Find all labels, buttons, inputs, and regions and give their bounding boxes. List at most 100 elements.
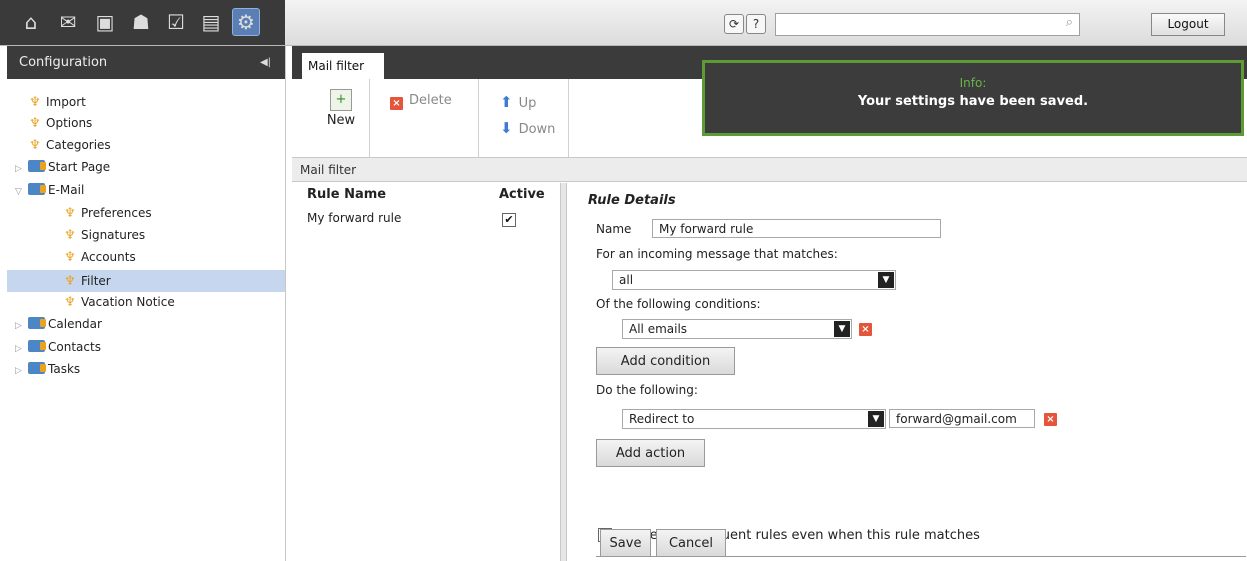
briefcase-icon[interactable]: ▤ (198, 9, 224, 35)
sidebar-item-label: Preferences (81, 206, 152, 220)
delete-icon: × (390, 97, 403, 110)
arrow-up-icon: ⬆ (500, 93, 513, 111)
active-checkbox[interactable]: ✔ (502, 213, 516, 227)
up-button-label: Up (518, 96, 537, 111)
arrow-down-icon: ⬇ (500, 119, 513, 137)
condition-select[interactable]: All emails ▼ (622, 319, 852, 339)
sidebar-item-preferences[interactable]: ♆ Preferences (63, 203, 152, 223)
sidebar-item-filter[interactable]: ♆ Filter (63, 271, 111, 291)
top-bar: ⌂ ✉ ▣ ☗ ☑ ▤ ⚙ ⟳ ? ⌕ Logout (0, 0, 1247, 46)
delete-button-label: Delete (409, 93, 452, 108)
action-select[interactable]: Redirect to ▼ (622, 409, 886, 429)
folder-icon (28, 317, 46, 329)
sidebar-title: Configuration (19, 55, 108, 70)
chevron-down-icon[interactable]: ▼ (834, 321, 850, 337)
sidebar-item-label: Vacation Notice (81, 295, 175, 309)
save-button[interactable]: Save (600, 529, 651, 557)
selected-row-highlight (7, 270, 285, 292)
down-button[interactable]: ⬇ Down (500, 119, 555, 137)
remove-condition-icon[interactable]: × (859, 323, 872, 336)
sidebar-item-label: Import (46, 95, 86, 109)
expand-arrow-icon[interactable]: ▷ (15, 316, 28, 336)
toolbar-divider (568, 79, 569, 157)
sidebar-item-categories[interactable]: ♆ Categories (28, 135, 111, 155)
new-button[interactable]: + New (320, 89, 362, 128)
expand-arrow-icon[interactable]: ▷ (15, 339, 28, 359)
sidebar-item-label: Categories (46, 138, 111, 152)
folder-icon (28, 160, 46, 172)
key-icon: ♆ (64, 274, 76, 289)
rule-list: Rule Name Active My forward rule ✔ (292, 183, 560, 561)
contacts-icon[interactable]: ☗ (128, 9, 154, 35)
sidebar-item-options[interactable]: ♆ Options (28, 113, 92, 133)
calendar-icon[interactable]: ▣ (92, 9, 118, 35)
sidebar-item-label: Start Page (48, 160, 111, 174)
rule-details: Rule Details Name My forward rule For an… (566, 183, 1247, 561)
column-header-active[interactable]: Active (499, 187, 545, 202)
sidebar-item-label: E-Mail (48, 183, 85, 197)
info-title: Info: (959, 76, 987, 90)
home-icon[interactable]: ⌂ (18, 9, 44, 35)
key-icon: ♆ (64, 295, 76, 310)
chevron-down-icon[interactable]: ▼ (868, 411, 884, 427)
collapse-arrow-icon[interactable]: ▽ (15, 182, 28, 202)
sidebar-item-contacts[interactable]: ▷ Contacts (15, 337, 101, 357)
sidebar-item-label: Tasks (48, 362, 81, 376)
rule-name-input[interactable]: My forward rule (652, 219, 941, 238)
settings-icon[interactable]: ⚙ (232, 8, 260, 36)
match-select[interactable]: all ▼ (612, 270, 896, 290)
sidebar-item-e-mail[interactable]: ▽ E-Mail (15, 180, 84, 200)
match-select-value: all (619, 273, 634, 287)
sidebar-item-vacation-notice[interactable]: ♆ Vacation Notice (63, 292, 175, 312)
up-button[interactable]: ⬆ Up (500, 93, 536, 111)
redirect-target-input[interactable]: forward@gmail.com (889, 409, 1035, 428)
sidebar-item-label: Contacts (48, 340, 101, 354)
sidebar-item-import[interactable]: ♆ Import (28, 92, 86, 112)
add-condition-button[interactable]: Add condition (596, 347, 735, 375)
remove-action-icon[interactable]: × (1044, 413, 1057, 426)
sidebar: Configuration ◀| ♆ Import ♆ Options ♆ Categ… (7, 46, 286, 561)
expand-arrow-icon[interactable]: ▷ (15, 159, 28, 179)
chevron-down-icon[interactable]: ▼ (878, 272, 894, 288)
match-label: For an incoming message that matches: (596, 247, 838, 261)
mail-icon[interactable]: ✉ (55, 9, 81, 35)
refresh-icon[interactable]: ⟳ (724, 14, 744, 34)
folder-icon (28, 362, 46, 374)
add-action-button[interactable]: Add action (596, 439, 705, 467)
sidebar-item-tasks[interactable]: ▷ Tasks (15, 359, 80, 379)
sidebar-item-label: Accounts (81, 250, 136, 264)
action-select-value: Redirect to (629, 412, 695, 426)
name-label: Name (596, 222, 632, 236)
delete-button[interactable]: × Delete (390, 93, 452, 110)
search-icon[interactable]: ⌕ (1066, 15, 1073, 30)
sidebar-item-label: Calendar (48, 317, 102, 331)
help-icon[interactable]: ? (746, 14, 766, 34)
sidebar-item-start-page[interactable]: ▷ Start Page (15, 157, 110, 177)
sidebar-item-calendar[interactable]: ▷ Calendar (15, 314, 102, 334)
section-header: Mail filter (292, 158, 1247, 182)
sidebar-item-accounts[interactable]: ♆ Accounts (63, 247, 136, 267)
sidebar-header: Configuration ◀| (7, 46, 285, 79)
collapse-sidebar-icon[interactable]: ◀| (260, 46, 271, 79)
folder-icon (28, 183, 46, 195)
sidebar-item-signatures[interactable]: ♆ Signatures (63, 225, 145, 245)
key-icon: ♆ (29, 138, 41, 153)
toolbar-divider (478, 79, 479, 157)
cancel-button[interactable]: Cancel (656, 529, 726, 557)
condition-select-value: All emails (629, 322, 688, 336)
rule-details-heading: Rule Details (588, 193, 676, 208)
column-header-rule-name[interactable]: Rule Name (307, 187, 386, 202)
tab-mail-filter[interactable]: Mail filter (302, 53, 384, 79)
sidebar-item-label: Signatures (81, 228, 146, 242)
toolbar-divider (369, 79, 370, 157)
rule-name-cell[interactable]: My forward rule (307, 211, 401, 225)
search-input[interactable]: ⌕ (775, 13, 1080, 36)
info-message: Your settings have been saved. (857, 94, 1089, 109)
key-icon: ♆ (64, 228, 76, 243)
new-button-label: New (326, 113, 356, 128)
expand-arrow-icon[interactable]: ▷ (15, 361, 28, 381)
key-icon: ♆ (64, 250, 76, 265)
logout-button[interactable]: Logout (1151, 13, 1225, 36)
info-notification: Info: Your settings have been saved. (702, 60, 1244, 136)
tasks-icon[interactable]: ☑ (163, 9, 189, 35)
